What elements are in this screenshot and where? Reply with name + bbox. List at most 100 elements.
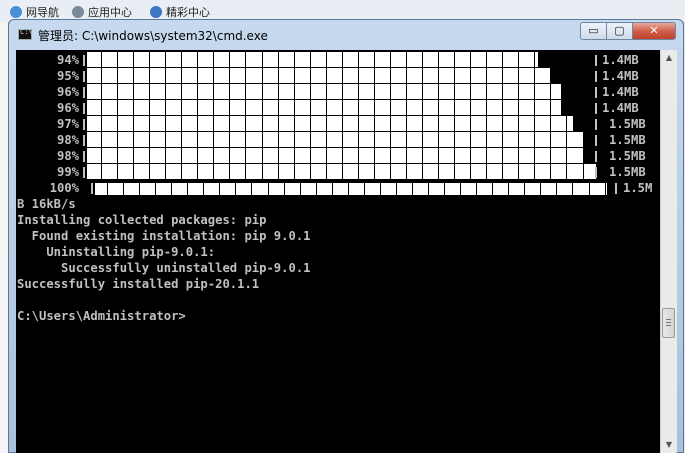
progress-bar-segment <box>422 164 423 179</box>
console-line: Installing collected packages: pip <box>17 213 267 227</box>
progress-bar-segment <box>358 132 359 147</box>
vertical-scrollbar[interactable]: ▲ ▼ <box>660 50 677 453</box>
scroll-up-arrow-icon[interactable]: ▲ <box>661 50 677 66</box>
minimize-button[interactable]: ▭ <box>580 22 607 40</box>
progress-bar-segment <box>245 116 246 131</box>
progress-bar-segment <box>342 100 343 115</box>
progress-bar-segment <box>197 100 198 115</box>
progress-bar-segment <box>139 183 140 195</box>
progress-bar-segment <box>278 116 279 131</box>
maximize-button[interactable]: ▢ <box>606 22 633 40</box>
progress-bar-segment <box>197 84 198 99</box>
progress-bar-segment <box>518 148 519 163</box>
progress-bar-segment <box>310 100 311 115</box>
bookmark-item[interactable]: 精彩中心 <box>150 4 210 20</box>
progress-bar-segment <box>310 84 311 99</box>
console-output[interactable]: 94% 1.4MB 95% 1.4MB 96% 1.4MB 96% 1.4MB 97% 1.5MB… <box>16 50 660 453</box>
progress-bar-segment <box>486 84 487 99</box>
progress-bar-segment <box>438 164 439 179</box>
progress-bar-segment <box>470 148 471 163</box>
bookmark-item[interactable]: 应用中心 <box>72 4 132 20</box>
progress-bar-segment <box>605 183 606 195</box>
bookmark-item[interactable]: 网导航 <box>10 4 59 20</box>
progress-bar-segment <box>203 183 204 195</box>
progress-bar-start <box>83 71 85 82</box>
progress-bar-segment <box>422 84 423 99</box>
progress-bar-segment <box>101 164 102 179</box>
progress-bar-segment <box>518 116 519 131</box>
scroll-down-arrow-icon[interactable]: ▼ <box>661 437 677 453</box>
progress-bar-segment <box>502 84 503 99</box>
progress-bar-segment <box>213 52 214 67</box>
progress-bar-segment <box>245 100 246 115</box>
progress-bar-segment <box>149 68 150 83</box>
progress-bar-end <box>595 151 597 162</box>
progress-bar-segment <box>149 116 150 131</box>
progress-bar-segment <box>534 68 535 83</box>
progress-bar-segment <box>278 52 279 67</box>
progress-bar-segment <box>583 132 584 147</box>
progress-bar-segment <box>572 183 573 195</box>
progress-bar-segment <box>470 68 471 83</box>
progress-bar-segment <box>390 68 391 83</box>
progress-bar-segment <box>117 68 118 83</box>
progress-bar-segment <box>454 132 455 147</box>
progress-bar-segment <box>486 148 487 163</box>
progress-bar-segment <box>262 100 263 115</box>
progress-bar-segment <box>197 164 198 179</box>
progress-bar-segment <box>294 52 295 67</box>
progress-bar-segment <box>326 68 327 83</box>
progress-bar-segment <box>502 116 503 131</box>
title-bar[interactable]: 管理员: C:\windows\system32\cmd.exe ▭ ▢ ✕ <box>9 20 683 50</box>
progress-bar-segment <box>422 100 423 115</box>
progress-bar-segment <box>454 100 455 115</box>
progress-bar-segment <box>534 148 535 163</box>
progress-bar-segment <box>229 164 230 179</box>
progress-bar-segment <box>294 84 295 99</box>
progress-bar-segment <box>229 52 230 67</box>
cmd-app-icon[interactable] <box>18 28 33 40</box>
progress-bar-segment <box>390 148 391 163</box>
progress-bar-segment <box>550 116 551 131</box>
progress-bar-segment <box>374 84 375 99</box>
progress-bar-segment <box>149 52 150 67</box>
progress-bar-segment <box>133 148 134 163</box>
progress-bar-segment <box>534 164 535 179</box>
progress-bar-segment <box>406 52 407 67</box>
progress-bar-segment <box>133 164 134 179</box>
progress-bar-segment <box>268 183 269 195</box>
progress-bar-segment <box>245 132 246 147</box>
progress-bar-segment <box>358 52 359 67</box>
progress-bar-segment <box>181 84 182 99</box>
progress-bar-segment <box>262 164 263 179</box>
progress-bar-segment <box>197 132 198 147</box>
progress-bar-segment <box>486 100 487 115</box>
progress-bar-segment <box>502 148 503 163</box>
progress-bar-segment <box>133 132 134 147</box>
progress-bar-segment <box>171 183 172 195</box>
progress-bar-segment <box>438 52 439 67</box>
progress-bar-segment <box>364 183 365 195</box>
progress-bar-segment <box>438 132 439 147</box>
progress-bar-segment <box>245 148 246 163</box>
cmd-window[interactable]: 管理员: C:\windows\system32\cmd.exe ▭ ▢ ✕ 9… <box>8 19 684 453</box>
progress-bar-segment <box>165 132 166 147</box>
progress-bar-segment <box>165 116 166 131</box>
progress-bar-end <box>595 167 597 178</box>
progress-bar-segment <box>566 164 567 179</box>
progress-bar-segment <box>534 100 535 115</box>
progress-bar-segment <box>556 183 557 195</box>
progress-bar-segment <box>251 183 252 195</box>
progress-bar-segment <box>583 148 584 163</box>
scrollbar-thumb[interactable] <box>662 308 675 338</box>
progress-bar-segment <box>326 52 327 67</box>
progress-bar-segment <box>165 52 166 67</box>
progress-bar-segment <box>278 148 279 163</box>
progress-bar-segment <box>406 84 407 99</box>
progress-bar-segment <box>518 164 519 179</box>
progress-bar-segment <box>342 68 343 83</box>
progress-bar-segment <box>101 52 102 67</box>
console-line: Found existing installation: pip 9.0.1 <box>17 229 311 243</box>
close-button[interactable]: ✕ <box>632 22 676 40</box>
progress-bar-segment <box>149 100 150 115</box>
